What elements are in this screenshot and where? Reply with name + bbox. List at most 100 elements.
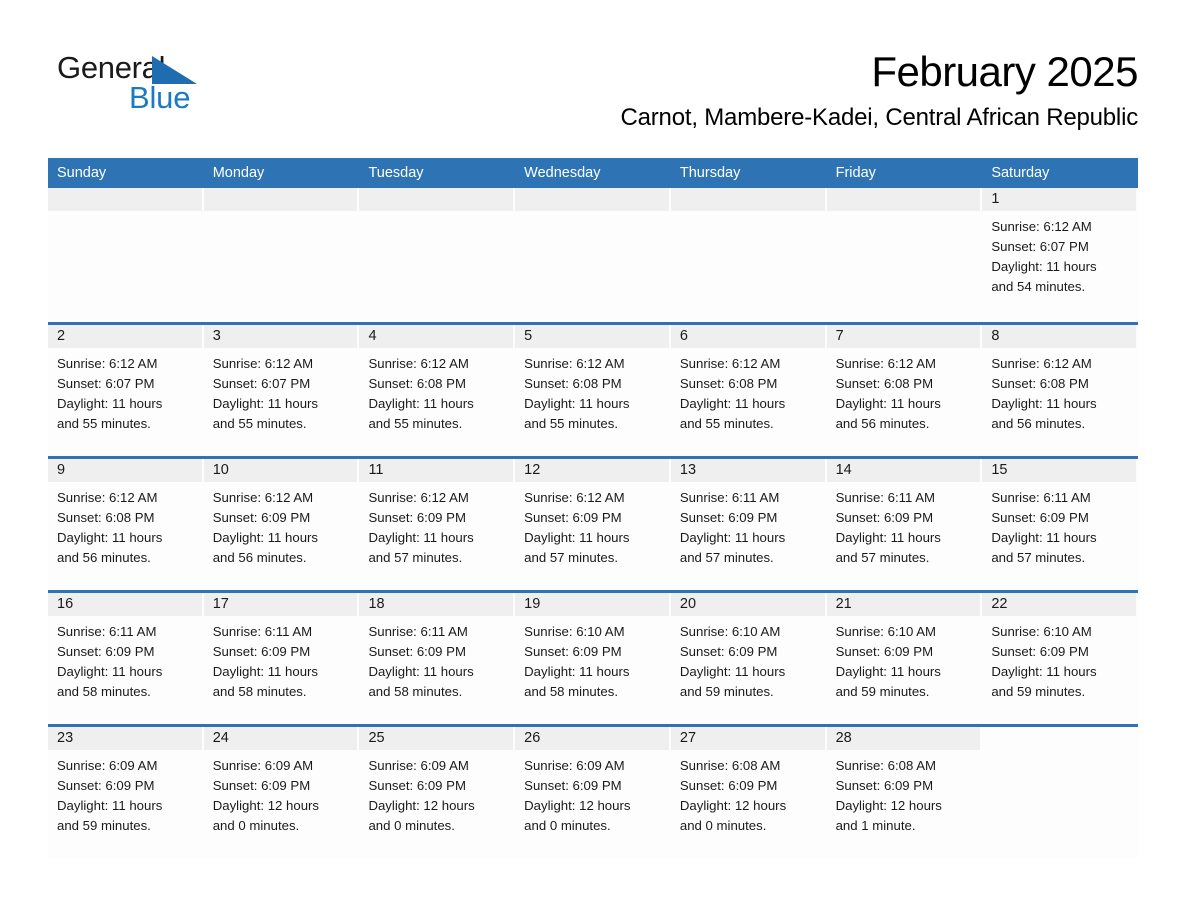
daylight-text-line2: and 56 minutes. bbox=[835, 416, 930, 431]
daylight-text-line2: and 59 minutes. bbox=[679, 684, 774, 699]
day-details: Sunrise: 6:12 AM Sunset: 6:08 PM Daylight:… bbox=[982, 348, 1138, 434]
date-number: 15 bbox=[991, 462, 1008, 478]
day-cell-15[interactable]: 15 Sunrise: 6:11 AM Sunset: 6:09 PM Dayligh… bbox=[982, 459, 1139, 590]
sunset-text: Sunset: 6:08 PM bbox=[524, 376, 622, 391]
sunrise-text: Sunrise: 6:11 AM bbox=[679, 490, 780, 505]
day-cell-22[interactable]: 22 Sunrise: 6:10 AM Sunset: 6:09 PM Dayligh… bbox=[982, 593, 1139, 724]
day-cell-12[interactable]: 12 Sunrise: 6:12 AM Sunset: 6:09 PM Dayligh… bbox=[515, 459, 671, 590]
date-band: 10 bbox=[203, 459, 358, 482]
daylight-text-line2: and 58 minutes. bbox=[212, 684, 307, 699]
day-details: Sunrise: 6:09 AM Sunset: 6:09 PM Daylight:… bbox=[515, 750, 671, 836]
daylight-text-line2: and 55 minutes. bbox=[679, 416, 774, 431]
sunrise-text: Sunrise: 6:12 AM bbox=[57, 490, 158, 505]
day-cell-5[interactable]: 5 Sunrise: 6:12 AM Sunset: 6:08 PM Daylight… bbox=[515, 325, 671, 456]
day-details: Sunrise: 6:10 AM Sunset: 6:09 PM Daylight:… bbox=[515, 616, 671, 702]
daylight-text-line2: and 55 minutes. bbox=[524, 416, 618, 431]
brand-logo[interactable]: General Blue bbox=[57, 52, 317, 115]
sunset-text: Sunset: 6:09 PM bbox=[368, 644, 466, 659]
sunset-text: Sunset: 6:09 PM bbox=[368, 778, 466, 793]
day-cell-25[interactable]: 25 Sunrise: 6:09 AM Sunset: 6:09 PM Dayligh… bbox=[359, 727, 516, 858]
sunrise-text: Sunrise: 6:09 AM bbox=[368, 758, 469, 773]
date-band: 11 bbox=[359, 459, 514, 482]
calendar-week-row: 1 Sunrise: 6:12 AM Sunset: 6:07 PM Daylight… bbox=[48, 188, 1139, 322]
date-band bbox=[670, 188, 825, 211]
day-cell-24[interactable]: 24 Sunrise: 6:09 AM Sunset: 6:09 PM Dayligh… bbox=[203, 727, 360, 858]
daylight-text-line1: Daylight: 11 hours bbox=[212, 396, 319, 411]
daylight-text-line2: and 59 minutes. bbox=[835, 684, 930, 699]
day-details: Sunrise: 6:10 AM Sunset: 6:09 PM Daylight:… bbox=[671, 616, 827, 702]
day-cell-4[interactable]: 4 Sunrise: 6:12 AM Sunset: 6:08 PM Daylight… bbox=[359, 325, 516, 456]
day-cell-7[interactable]: 7 Sunrise: 6:12 AM Sunset: 6:08 PM Daylight… bbox=[826, 325, 983, 456]
date-band: 12 bbox=[515, 459, 669, 482]
date-number: 8 bbox=[991, 328, 1000, 344]
date-number: 28 bbox=[835, 730, 852, 746]
day-cell-6[interactable]: 6 Sunrise: 6:12 AM Sunset: 6:08 PM Daylight… bbox=[670, 325, 827, 456]
day-cell-16[interactable]: 16 Sunrise: 6:11 AM Sunset: 6:09 PM Dayligh… bbox=[48, 593, 204, 724]
date-number: 13 bbox=[679, 462, 697, 478]
daylight-text-line2: and 0 minutes. bbox=[368, 818, 455, 833]
day-cell-26[interactable]: 26 Sunrise: 6:09 AM Sunset: 6:09 PM Dayligh… bbox=[515, 727, 671, 858]
page-subtitle: Carnot, Mambere-Kadei, Central African R… bbox=[620, 104, 1138, 131]
day-cell-11[interactable]: 11 Sunrise: 6:12 AM Sunset: 6:09 PM Dayligh… bbox=[359, 459, 516, 590]
date-band: 23 bbox=[48, 727, 202, 750]
daylight-text-line2: and 0 minutes. bbox=[679, 818, 767, 833]
page-title: February 2025 bbox=[871, 48, 1138, 95]
day-cell-8[interactable]: 8 Sunrise: 6:12 AM Sunset: 6:08 PM Daylight… bbox=[982, 325, 1139, 456]
date-band: 2 bbox=[48, 325, 202, 348]
sunset-text: Sunset: 6:09 PM bbox=[212, 778, 311, 793]
sunset-text: Sunset: 6:09 PM bbox=[212, 644, 311, 659]
date-number: 3 bbox=[212, 328, 221, 344]
day-cell-1[interactable]: 1 Sunrise: 6:12 AM Sunset: 6:07 PM Daylight… bbox=[982, 188, 1139, 322]
day-details: Sunrise: 6:12 AM Sunset: 6:09 PM Daylight:… bbox=[515, 482, 671, 568]
day-cell-empty bbox=[515, 188, 671, 322]
daylight-text-line1: Daylight: 11 hours bbox=[991, 259, 1097, 274]
day-cell-3[interactable]: 3 Sunrise: 6:12 AM Sunset: 6:07 PM Daylight… bbox=[203, 325, 360, 456]
date-number: 5 bbox=[524, 328, 533, 344]
day-details: Sunrise: 6:09 AM Sunset: 6:09 PM Daylight:… bbox=[48, 750, 204, 836]
sunrise-text: Sunrise: 6:11 AM bbox=[212, 624, 313, 639]
day-cell-13[interactable]: 13 Sunrise: 6:11 AM Sunset: 6:09 PM Dayligh… bbox=[670, 459, 827, 590]
daylight-text-line1: Daylight: 11 hours bbox=[368, 530, 474, 545]
calendar-week-row: 23 Sunrise: 6:09 AM Sunset: 6:09 PM Dayligh… bbox=[48, 724, 1139, 858]
date-number: 26 bbox=[524, 730, 541, 746]
date-number: 27 bbox=[679, 730, 697, 746]
date-band bbox=[982, 727, 1136, 750]
sunrise-text: Sunrise: 6:11 AM bbox=[835, 490, 936, 505]
day-cell-17[interactable]: 17 Sunrise: 6:11 AM Sunset: 6:09 PM Dayligh… bbox=[203, 593, 360, 724]
day-details: Sunrise: 6:11 AM Sunset: 6:09 PM Daylight:… bbox=[827, 482, 983, 568]
sunrise-text: Sunrise: 6:12 AM bbox=[524, 356, 625, 371]
day-cell-10[interactable]: 10 Sunrise: 6:12 AM Sunset: 6:09 PM Dayligh… bbox=[203, 459, 360, 590]
daylight-text-line2: and 54 minutes. bbox=[991, 279, 1086, 294]
day-cell-2[interactable]: 2 Sunrise: 6:12 AM Sunset: 6:07 PM Daylight… bbox=[48, 325, 204, 456]
date-number: 16 bbox=[57, 596, 74, 612]
date-band: 20 bbox=[670, 593, 825, 616]
day-cell-9[interactable]: 9 Sunrise: 6:12 AM Sunset: 6:08 PM Daylight… bbox=[48, 459, 204, 590]
daylight-text-line1: Daylight: 12 hours bbox=[368, 798, 475, 813]
day-cell-19[interactable]: 19 Sunrise: 6:10 AM Sunset: 6:09 PM Dayligh… bbox=[515, 593, 671, 724]
day-details: Sunrise: 6:11 AM Sunset: 6:09 PM Daylight:… bbox=[48, 616, 204, 702]
daylight-text-line1: Daylight: 11 hours bbox=[835, 396, 941, 411]
daylight-text-line2: and 57 minutes. bbox=[524, 550, 618, 565]
day-cell-27[interactable]: 27 Sunrise: 6:08 AM Sunset: 6:09 PM Dayligh… bbox=[670, 727, 827, 858]
sunrise-text: Sunrise: 6:09 AM bbox=[524, 758, 625, 773]
daylight-text-line2: and 1 minute. bbox=[835, 818, 916, 833]
date-number: 14 bbox=[835, 462, 852, 478]
sunset-text: Sunset: 6:09 PM bbox=[679, 510, 778, 525]
sunset-text: Sunset: 6:07 PM bbox=[212, 376, 311, 391]
date-number: 7 bbox=[835, 328, 844, 344]
day-cell-20[interactable]: 20 Sunrise: 6:10 AM Sunset: 6:09 PM Dayligh… bbox=[670, 593, 827, 724]
date-band: 25 bbox=[359, 727, 514, 750]
day-cell-23[interactable]: 23 Sunrise: 6:09 AM Sunset: 6:09 PM Dayligh… bbox=[48, 727, 204, 858]
day-details: Sunrise: 6:11 AM Sunset: 6:09 PM Daylight:… bbox=[359, 616, 515, 702]
day-cell-28[interactable]: 28 Sunrise: 6:08 AM Sunset: 6:09 PM Dayligh… bbox=[826, 727, 983, 858]
day-cell-empty bbox=[826, 188, 983, 322]
date-number: 19 bbox=[524, 596, 541, 612]
date-number: 4 bbox=[368, 328, 377, 344]
weekday-header-friday: Friday bbox=[835, 165, 876, 181]
day-cell-14[interactable]: 14 Sunrise: 6:11 AM Sunset: 6:09 PM Dayligh… bbox=[826, 459, 983, 590]
sunset-text: Sunset: 6:07 PM bbox=[57, 376, 155, 391]
day-cell-18[interactable]: 18 Sunrise: 6:11 AM Sunset: 6:09 PM Dayligh… bbox=[359, 593, 516, 724]
day-cell-21[interactable]: 21 Sunrise: 6:10 AM Sunset: 6:09 PM Dayligh… bbox=[826, 593, 983, 724]
sunrise-text: Sunrise: 6:12 AM bbox=[212, 356, 314, 371]
day-details: Sunrise: 6:08 AM Sunset: 6:09 PM Daylight:… bbox=[827, 750, 983, 836]
